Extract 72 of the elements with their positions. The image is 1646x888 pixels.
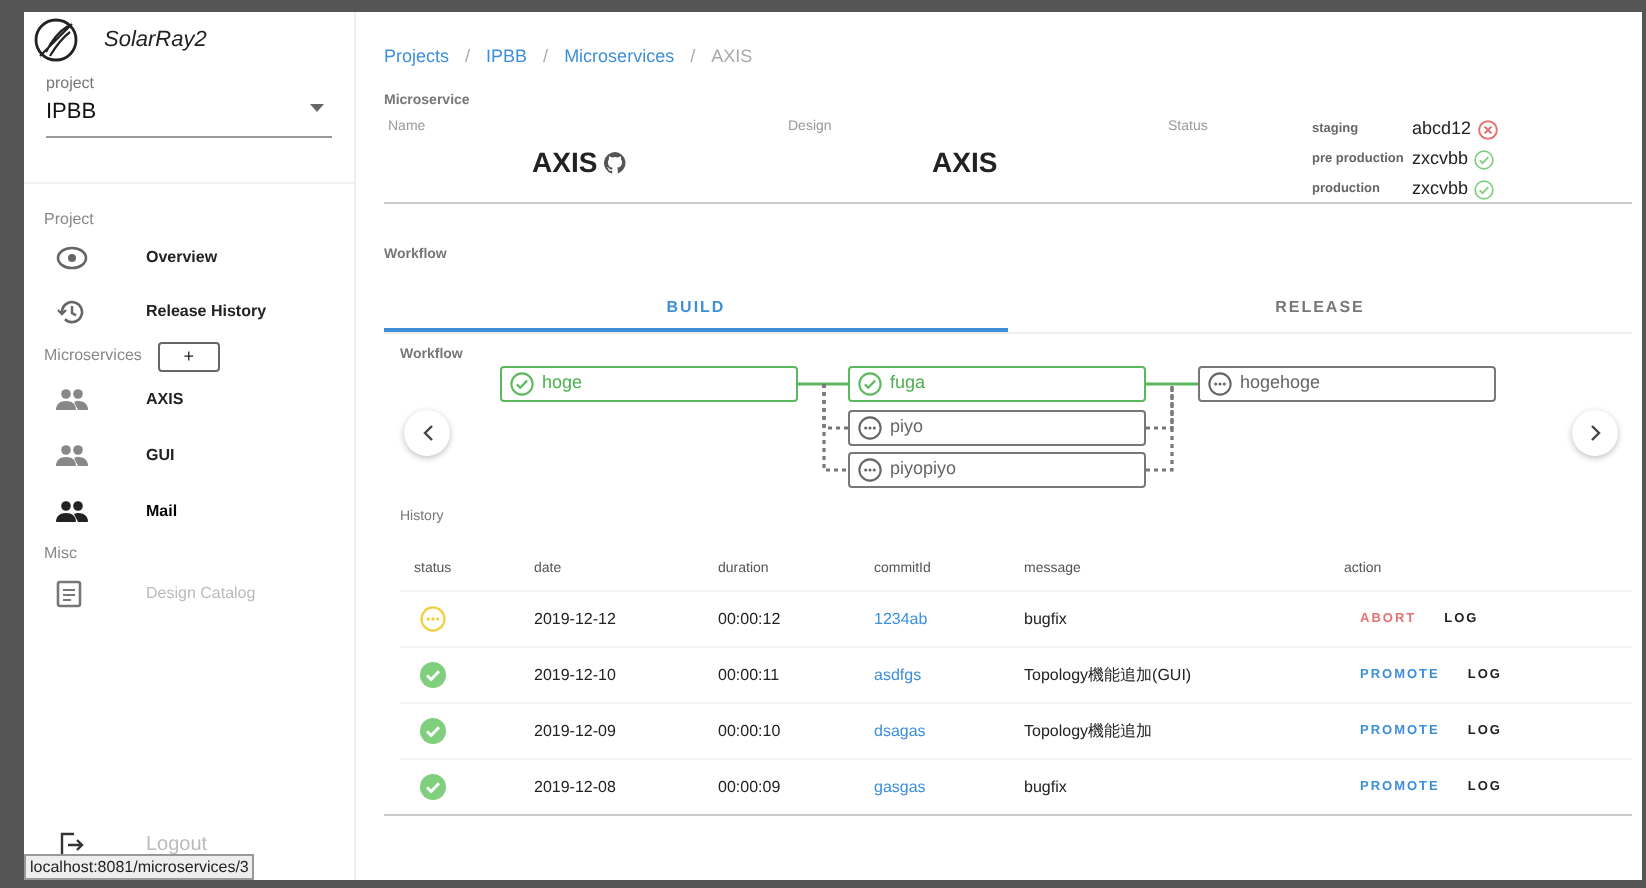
history-icon xyxy=(56,298,86,326)
pending-icon xyxy=(858,415,882,439)
commit-link[interactable]: dsagas xyxy=(874,721,926,739)
nav-item[interactable]: AXIS xyxy=(24,371,354,427)
eye-icon xyxy=(56,246,88,270)
workflow-node[interactable]: hogehoge xyxy=(1198,365,1496,401)
environment-version: abcd12 xyxy=(1412,116,1472,143)
workflow-tab[interactable]: RELEASE xyxy=(1008,287,1632,331)
people-icon xyxy=(56,444,88,466)
status-url-tooltip: localhost:8081/microservices/3 xyxy=(24,854,255,880)
chevron-right-icon xyxy=(1589,423,1601,441)
message-cell-text: Topology機能追加(GUI) xyxy=(1024,663,1194,687)
pending-icon xyxy=(858,457,882,481)
section-heading: Misc xyxy=(42,541,79,565)
app-logo xyxy=(32,16,80,64)
duration-cell-text: 00:00:10 xyxy=(718,719,783,743)
people-icon xyxy=(56,388,88,410)
breadcrumb-separator: / xyxy=(690,44,696,70)
success-icon xyxy=(420,774,446,800)
commit-link[interactable]: gasgas xyxy=(874,777,926,795)
section-heading: Project xyxy=(42,207,96,231)
scroll-right-button[interactable] xyxy=(1572,409,1618,455)
app-name: SolarRay2 xyxy=(104,25,207,56)
message-cell-text: bugfix xyxy=(1024,607,1069,631)
breadcrumb-current: AXIS xyxy=(711,44,753,70)
nav-item[interactable]: GUI xyxy=(24,427,354,483)
commit-link[interactable]: asdfgs xyxy=(874,665,922,683)
nav-item[interactable]: Release History xyxy=(24,285,354,339)
check-circle-icon xyxy=(510,371,534,395)
check-circle-icon xyxy=(1474,150,1495,170)
github-icon xyxy=(603,152,626,174)
workflow-node[interactable]: piyopiyo xyxy=(848,451,1146,487)
success-icon xyxy=(420,718,446,744)
workflow-node[interactable]: fuga xyxy=(848,365,1146,401)
check-circle-icon xyxy=(1474,180,1495,200)
workflow-node[interactable]: piyo xyxy=(848,409,1146,445)
breadcrumb-link[interactable]: IPBB xyxy=(486,44,528,71)
success-icon xyxy=(420,662,446,688)
project-select[interactable]: project IPBB xyxy=(46,72,332,137)
duration-cell-text: 00:00:09 xyxy=(718,775,783,799)
chevron-left-icon xyxy=(421,423,433,441)
check-circle-icon xyxy=(858,371,882,395)
scroll-left-button[interactable] xyxy=(404,409,450,455)
add-microservice-button[interactable]: + xyxy=(157,341,220,371)
pending-icon xyxy=(1208,371,1232,395)
people-icon xyxy=(56,500,88,522)
nav-item[interactable]: Overview xyxy=(24,231,354,285)
design-name: AXIS xyxy=(932,144,998,182)
duration-cell-text: 00:00:11 xyxy=(718,663,782,687)
date-cell-text: 2019-12-10 xyxy=(534,663,618,687)
environment-version: zxcvbb xyxy=(1412,176,1469,203)
date-cell-text: 2019-12-08 xyxy=(534,775,618,799)
breadcrumb-separator: / xyxy=(543,44,549,70)
commit-link[interactable]: 1234ab xyxy=(874,609,928,627)
workflow-node[interactable]: hoge xyxy=(500,365,798,401)
date-cell-text: 2019-12-09 xyxy=(534,719,618,743)
dropdown-caret-icon xyxy=(310,104,324,112)
duration-cell-text: 00:00:12 xyxy=(718,607,783,631)
section-heading: Microservices xyxy=(44,344,142,368)
pending-icon xyxy=(420,606,446,632)
breadcrumb-link[interactable]: Microservices xyxy=(564,44,675,71)
environment-version: zxcvbb xyxy=(1412,146,1469,173)
message-cell-text: bugfix xyxy=(1024,775,1069,799)
nav-item[interactable]: Mail xyxy=(24,483,354,539)
workflow-tab[interactable]: BUILD xyxy=(384,287,1008,331)
date-cell-text: 2019-12-12 xyxy=(534,607,618,631)
document-icon xyxy=(56,579,82,607)
breadcrumb-link[interactable]: Projects xyxy=(384,44,450,71)
microservice-name: AXIS xyxy=(532,144,598,182)
message-cell-text: Topology機能追加 xyxy=(1024,719,1155,743)
breadcrumb-separator: / xyxy=(465,44,471,70)
error-icon xyxy=(1477,120,1498,140)
